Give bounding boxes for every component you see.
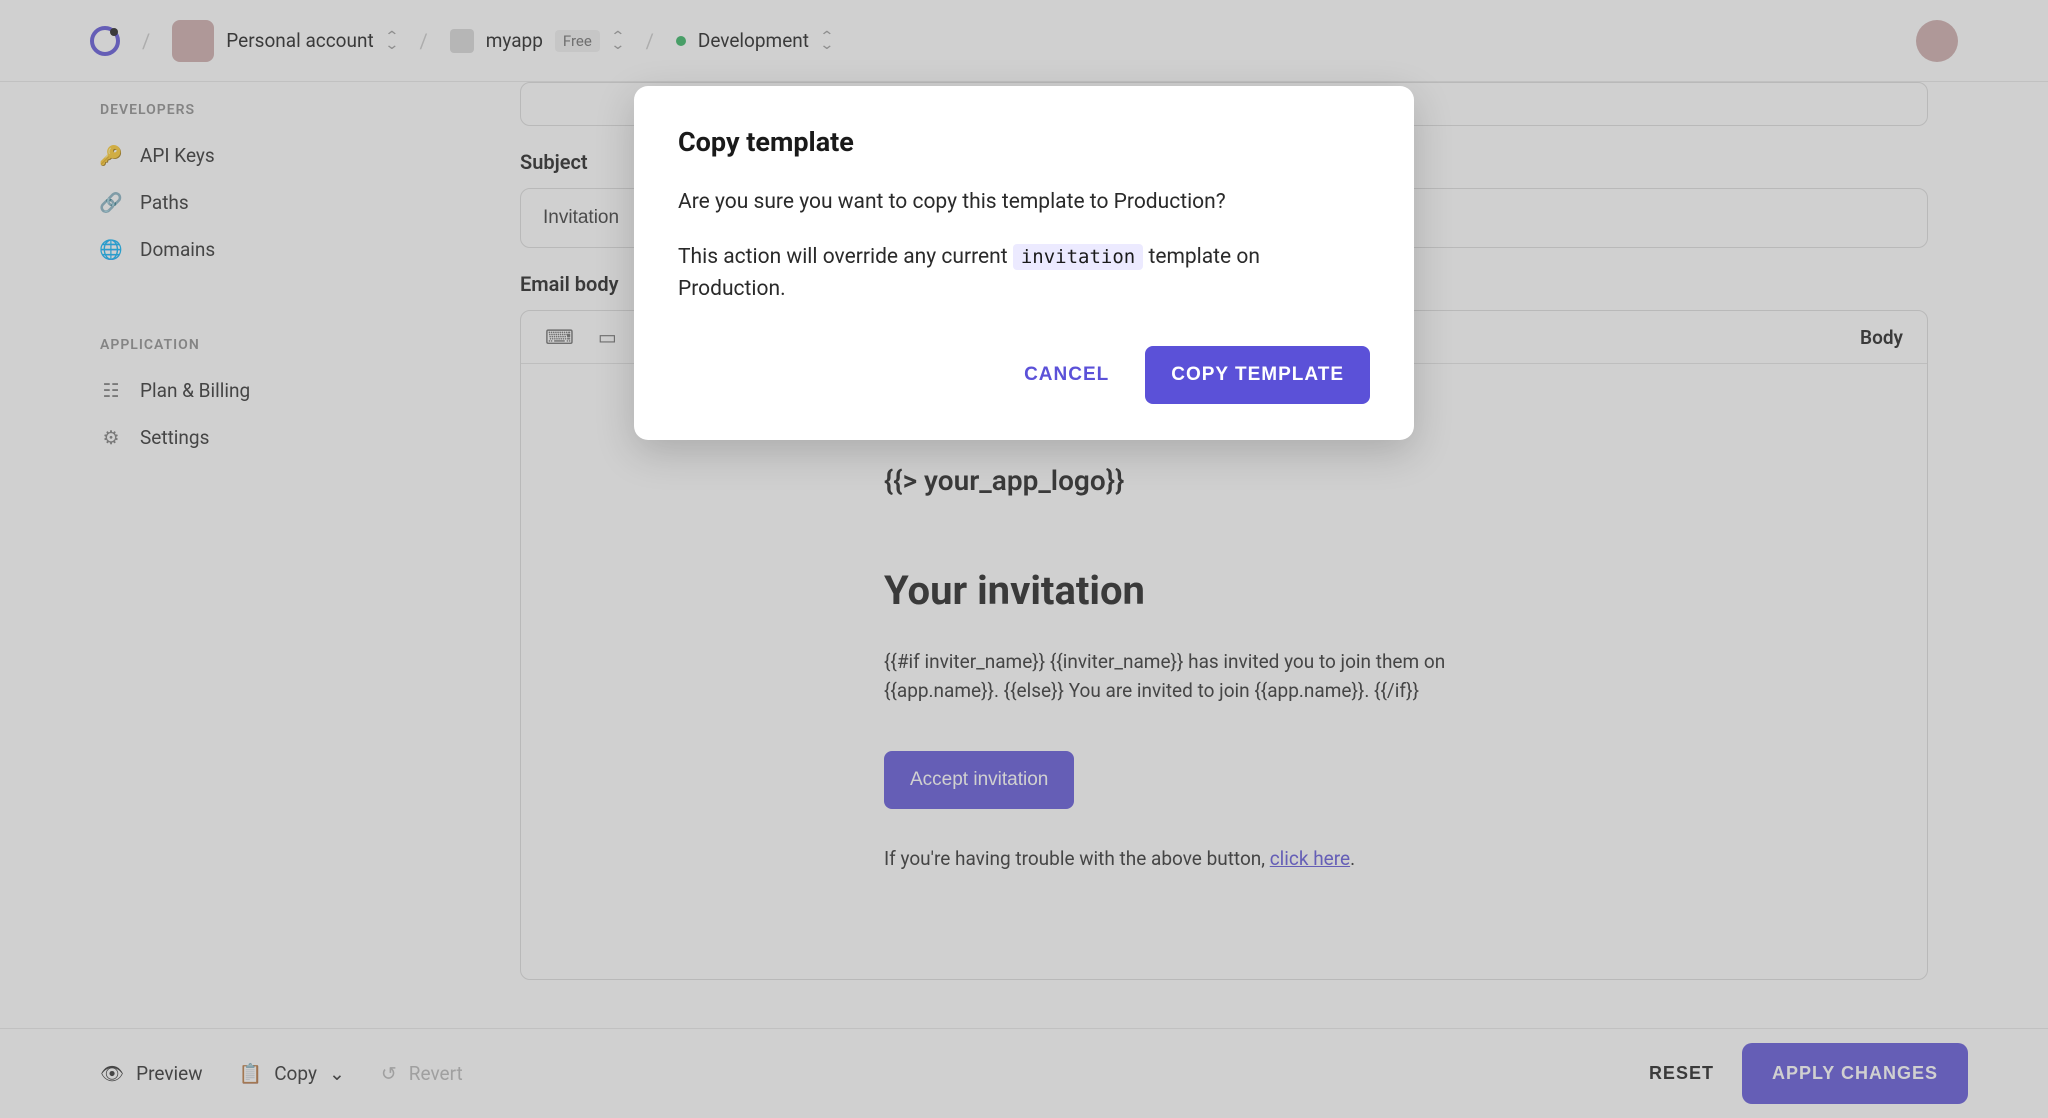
modal-confirm-text: Are you sure you want to copy this templ… [678, 186, 1370, 219]
modal-overlay[interactable]: Copy template Are you sure you want to c… [0, 0, 2048, 1118]
modal-warning-text: This action will override any current in… [678, 241, 1370, 306]
warn-pre: This action will override any current [678, 245, 1013, 269]
modal-title: Copy template [678, 126, 1370, 158]
copy-template-modal: Copy template Are you sure you want to c… [634, 86, 1414, 440]
template-name-chip: invitation [1013, 244, 1143, 270]
copy-template-confirm-button[interactable]: COPY TEMPLATE [1145, 346, 1370, 404]
cancel-button[interactable]: CANCEL [1000, 346, 1133, 404]
